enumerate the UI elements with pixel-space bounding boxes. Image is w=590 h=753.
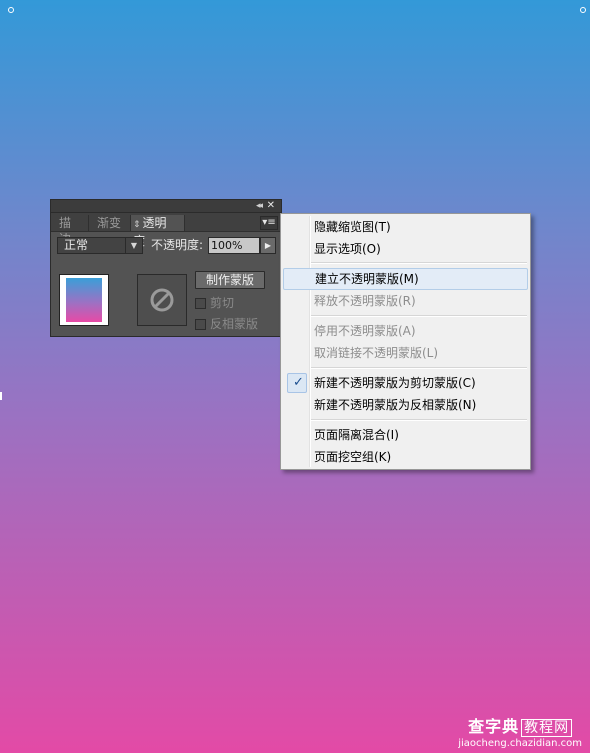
panel-flyout-menu: 隐藏缩览图(T) 显示选项(O) 建立不透明蒙版(M) 释放不透明蒙版(R) 停… <box>280 213 531 470</box>
clip-checkbox-box[interactable] <box>195 298 206 309</box>
tab-options-toggle-icon[interactable]: ⇕ <box>133 220 141 230</box>
menu-item-disable-opacity-mask[interactable]: 停用不透明蒙版(A) <box>283 320 528 342</box>
selection-handle-top-right[interactable] <box>580 7 586 13</box>
watermark-tag: 教程网 <box>521 719 573 737</box>
opacity-slider-arrow-icon[interactable]: ▶ <box>260 237 276 254</box>
menu-separator <box>311 367 527 369</box>
invert-mask-checkbox-box[interactable] <box>195 319 206 330</box>
blend-mode-select[interactable]: 正常 ▼ <box>57 237 143 254</box>
selection-handle-top-left[interactable] <box>8 7 14 13</box>
panel-titlebar: ◂◂ ✕ <box>51 200 281 213</box>
blend-mode-value: 正常 <box>64 238 89 252</box>
mask-thumbnail-slot[interactable] <box>137 274 187 326</box>
watermark-brand-line: 查字典 教程网 <box>458 713 582 737</box>
checked-indicator: ✓ <box>287 373 307 393</box>
menu-separator <box>311 419 527 421</box>
artwork-thumbnail[interactable] <box>59 274 109 326</box>
menu-item-show-options[interactable]: 显示选项(O) <box>283 238 528 260</box>
chevron-down-icon[interactable]: ▼ <box>125 238 142 253</box>
menu-separator <box>311 262 527 264</box>
menu-item-unlink-opacity-mask[interactable]: 取消链接不透明蒙版(L) <box>283 342 528 364</box>
menu-item-new-mask-clipping-label: 新建不透明蒙版为剪切蒙版(C) <box>314 376 476 390</box>
menu-item-release-opacity-mask[interactable]: 释放不透明蒙版(R) <box>283 290 528 312</box>
watermark-url: jiaocheng.chazidian.com <box>458 738 582 749</box>
make-mask-button[interactable]: 制作蒙版 <box>195 271 265 289</box>
menu-item-hide-thumbnails[interactable]: 隐藏缩览图(T) <box>283 216 528 238</box>
close-icon[interactable]: ✕ <box>267 200 275 212</box>
tab-transparency[interactable]: ⇕透明度 <box>131 215 185 248</box>
menu-item-page-knockout-group[interactable]: 页面挖空组(K) <box>283 446 528 468</box>
tab-stroke[interactable]: 描边 <box>53 215 89 246</box>
menu-item-new-mask-clipping[interactable]: ✓ 新建不透明蒙版为剪切蒙版(C) <box>283 372 528 394</box>
invert-mask-label: 反相蒙版 <box>210 317 259 331</box>
panel-menu-icon[interactable]: ▾≡ <box>260 216 278 230</box>
watermark-brand: 查字典 <box>468 717 520 736</box>
menu-item-new-mask-inverted[interactable]: 新建不透明蒙版为反相蒙版(N) <box>283 394 528 416</box>
menu-item-make-opacity-mask[interactable]: 建立不透明蒙版(M) <box>283 268 528 290</box>
invert-mask-checkbox[interactable]: 反相蒙版 <box>195 316 265 332</box>
menu-item-page-isolated-blending[interactable]: 页面隔离混合(I) <box>283 424 528 446</box>
menu-separator <box>311 315 527 317</box>
checkmark-icon: ✓ <box>293 375 304 390</box>
opacity-label: 不透明度: <box>151 238 204 252</box>
opacity-input[interactable]: 100% <box>208 237 260 254</box>
transparency-panel: ◂◂ ✕ 描边 渐变 ⇕透明度 ▾≡ 正常 ▼ 不透明度: 100% ▶ 制作蒙… <box>50 199 282 337</box>
panel-tabs: 描边 渐变 ⇕透明度 ▾≡ <box>51 213 281 248</box>
no-mask-icon <box>150 288 174 312</box>
collapse-icon[interactable]: ◂◂ <box>256 200 263 212</box>
selection-edge-mark <box>0 392 2 400</box>
thumbnail-gradient <box>66 278 102 322</box>
watermark: 查字典 教程网 jiaocheng.chazidian.com <box>458 713 582 749</box>
clip-checkbox[interactable]: 剪切 <box>195 295 265 311</box>
clip-label: 剪切 <box>210 296 235 310</box>
tab-gradient[interactable]: 渐变 <box>91 215 131 231</box>
